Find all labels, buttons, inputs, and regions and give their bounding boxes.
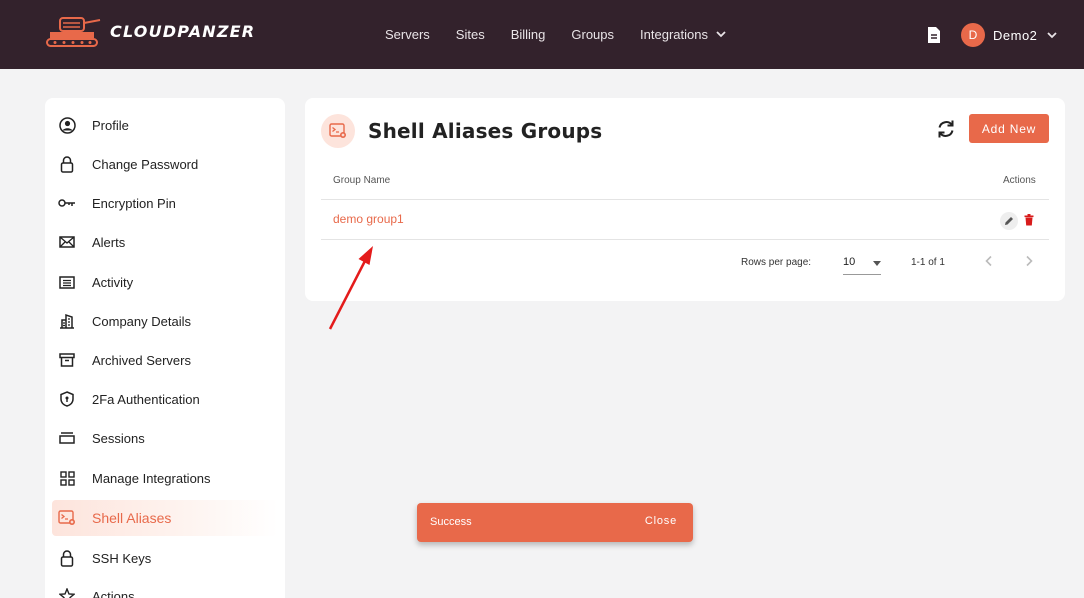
sidebar-item-label: Archived Servers xyxy=(92,352,191,368)
grid-icon xyxy=(58,469,76,487)
tank-logo-icon xyxy=(46,17,101,47)
chevron-left-icon[interactable] xyxy=(982,254,996,268)
sidebar-item-label: Actions xyxy=(92,588,135,598)
rows-per-page-label: Rows per page: xyxy=(741,257,812,268)
sidebar-item-2fa-authentication[interactable]: 2Fa Authentication xyxy=(45,381,285,417)
toast-close-button[interactable]: Close xyxy=(645,515,677,527)
group-name-link[interactable]: demo group1 xyxy=(333,212,404,226)
settings-sidebar: Profile Change Password Encryption Pin A… xyxy=(45,98,285,598)
sidebar-item-company-details[interactable]: Company Details xyxy=(45,303,285,339)
nav-sites[interactable]: Sites xyxy=(456,27,485,42)
column-header-actions: Actions xyxy=(1003,175,1036,186)
user-name: Demo2 xyxy=(993,27,1038,43)
toast-message: Success xyxy=(430,516,472,528)
annotation-arrow xyxy=(328,246,373,330)
nav-integrations[interactable]: Integrations xyxy=(640,27,726,42)
sidebar-item-label: Profile xyxy=(92,117,129,133)
key-icon xyxy=(58,194,76,212)
sidebar-item-label: Activity xyxy=(92,274,134,290)
sidebar-item-activity[interactable]: Activity xyxy=(45,264,285,300)
sidebar-item-label: Shell Aliases xyxy=(92,510,172,526)
sidebar-item-label: 2Fa Authentication xyxy=(92,391,200,407)
main-nav: Servers Sites Billing Groups Integration… xyxy=(385,27,752,42)
nav-groups[interactable]: Groups xyxy=(571,27,614,42)
shield-icon xyxy=(58,390,76,408)
sidebar-item-label: Company Details xyxy=(92,313,191,329)
delete-icon[interactable] xyxy=(1024,214,1034,226)
lock-icon xyxy=(58,549,76,567)
sidebar-item-label: Encryption Pin xyxy=(92,195,176,211)
caret-down-icon xyxy=(873,261,881,266)
terminal-icon xyxy=(321,114,355,148)
chevron-right-icon[interactable] xyxy=(1022,254,1036,268)
sidebar-item-label: Manage Integrations xyxy=(92,470,211,486)
terminal-icon xyxy=(58,509,76,527)
sidebar-item-change-password[interactable]: Change Password xyxy=(45,146,285,182)
star-icon xyxy=(58,587,76,598)
brand-logo[interactable]: CLOUDPANZER xyxy=(46,14,255,48)
shell-aliases-groups-card: Shell Aliases Groups Add New Group Name … xyxy=(305,98,1065,301)
nav-servers[interactable]: Servers xyxy=(385,27,430,42)
rows-per-page-select[interactable]: 10 xyxy=(843,253,881,275)
pagination-range: 1-1 of 1 xyxy=(911,257,945,268)
top-navbar: CLOUDPANZER Servers Sites Billing Groups… xyxy=(0,0,1084,69)
list-icon xyxy=(58,273,76,291)
success-toast: Success Close xyxy=(417,503,693,542)
edit-icon[interactable] xyxy=(1000,212,1018,230)
sidebar-item-alerts[interactable]: Alerts xyxy=(45,224,285,260)
sidebar-item-label: Sessions xyxy=(92,430,145,446)
brand-name: CLOUDPANZER xyxy=(110,21,256,41)
sidebar-item-profile[interactable]: Profile xyxy=(45,107,285,143)
add-new-button[interactable]: Add New xyxy=(969,114,1049,143)
column-header-group-name[interactable]: Group Name xyxy=(333,175,390,186)
chevron-down-icon xyxy=(716,31,726,38)
document-icon[interactable] xyxy=(926,26,942,44)
page-title: Shell Aliases Groups xyxy=(368,119,603,143)
user-circle-icon xyxy=(58,116,76,134)
header-divider xyxy=(321,199,1049,200)
sidebar-item-actions[interactable]: Actions xyxy=(45,578,285,598)
sidebar-item-archived-servers[interactable]: Archived Servers xyxy=(45,342,285,378)
sidebar-item-manage-integrations[interactable]: Manage Integrations xyxy=(45,460,285,496)
sessions-icon xyxy=(58,429,76,447)
nav-billing[interactable]: Billing xyxy=(511,27,546,42)
refresh-icon[interactable] xyxy=(935,118,957,140)
building-icon xyxy=(58,312,76,330)
sidebar-item-label: Change Password xyxy=(92,156,199,172)
sidebar-item-encryption-pin[interactable]: Encryption Pin xyxy=(45,185,285,221)
mail-icon xyxy=(58,233,76,251)
row-divider xyxy=(321,239,1049,240)
sidebar-item-shell-aliases[interactable]: Shell Aliases xyxy=(52,500,278,536)
user-menu[interactable]: D Demo2 xyxy=(961,23,1058,47)
sidebar-item-ssh-keys[interactable]: SSH Keys xyxy=(45,540,285,576)
rows-per-page-value: 10 xyxy=(843,256,856,268)
sidebar-item-sessions[interactable]: Sessions xyxy=(45,420,285,456)
lock-icon xyxy=(58,155,76,173)
nav-integrations-label: Integrations xyxy=(640,27,708,42)
sidebar-item-label: Alerts xyxy=(92,234,126,250)
sidebar-item-label: SSH Keys xyxy=(92,550,152,566)
chevron-down-icon xyxy=(1047,31,1058,38)
archive-icon xyxy=(58,351,76,369)
avatar: D xyxy=(961,23,985,47)
